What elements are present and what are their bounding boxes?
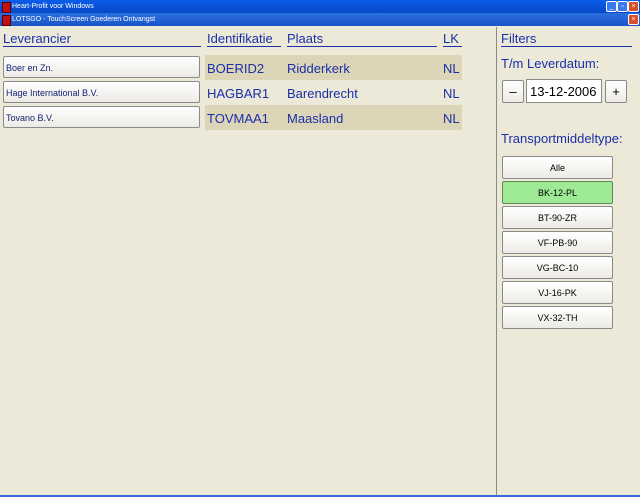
supplier-id: HAGBAR1 [207, 86, 270, 101]
supplier-button[interactable]: Hage International B.V. [3, 81, 200, 103]
minimize-icon[interactable]: _ [606, 1, 617, 12]
supplier-city: Ridderkerk [287, 61, 350, 76]
app-icon [2, 2, 11, 13]
date-increment-button[interactable]: + [605, 80, 627, 103]
supplier-country: NL [443, 86, 460, 101]
panel-divider [496, 27, 497, 497]
date-field[interactable] [526, 79, 602, 103]
outer-window-title: Heart-Profit voor Windows [12, 3, 94, 10]
inner-window-title: LOTSGO - TouchScreen Goederen Ontvangst [12, 16, 156, 23]
supplier-id: BOERID2 [207, 61, 265, 76]
transport-option-button[interactable]: VX-32-TH [502, 306, 613, 329]
inner-title-bar[interactable]: LOTSGO - TouchScreen Goederen Ontvangst … [0, 13, 640, 26]
transport-option-button[interactable]: BT-90-ZR [502, 206, 613, 229]
transport-option-button[interactable]: VF-PB-90 [502, 231, 613, 254]
outer-title-bar[interactable]: Heart-Profit voor Windows _ ▫ × [0, 0, 640, 13]
transport-option-button[interactable]: Alle [502, 156, 613, 179]
supplier-country: NL [443, 111, 460, 126]
transport-option-button-selected[interactable]: BK-12-PL [502, 181, 613, 204]
restore-icon[interactable]: ▫ [617, 1, 628, 12]
supplier-button[interactable]: Boer en Zn. [3, 56, 200, 78]
supplier-country: NL [443, 61, 460, 76]
supplier-button[interactable]: Tovano B.V. [3, 106, 200, 128]
supplier-id: TOVMAA1 [207, 111, 269, 126]
column-header-leverancier[interactable]: Leverancier [3, 31, 201, 47]
column-header-identifikatie[interactable]: Identifikatie [207, 31, 281, 47]
filters-title: Filters [501, 31, 632, 47]
supplier-city: Maasland [287, 111, 344, 126]
column-header-plaats[interactable]: Plaats [287, 31, 437, 47]
window-icon [2, 15, 11, 26]
column-header-lk[interactable]: LK [443, 31, 462, 47]
close-icon[interactable]: × [628, 1, 639, 12]
transport-option-button[interactable]: VJ-16-PK [502, 281, 613, 304]
date-decrement-button[interactable]: – [502, 80, 524, 103]
transport-option-button[interactable]: VG-BC-10 [502, 256, 613, 279]
date-label: T/m Leverdatum: [501, 56, 600, 71]
close-icon[interactable]: × [628, 14, 639, 25]
transport-label: Transportmiddeltype: [501, 131, 623, 146]
supplier-city: Barendrecht [287, 86, 358, 101]
